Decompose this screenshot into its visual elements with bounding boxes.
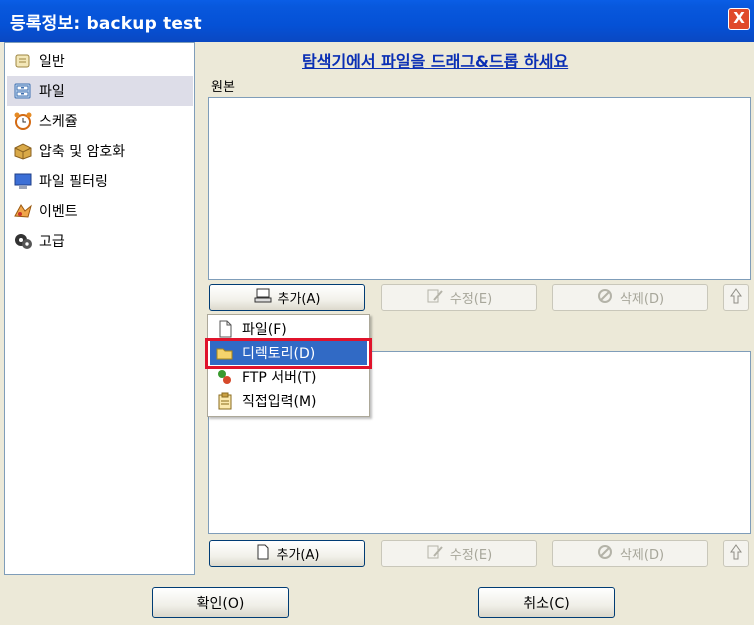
exclude-move-up-button[interactable] xyxy=(723,540,749,567)
arrow-up-icon xyxy=(730,287,742,308)
sidebar-item-compression[interactable]: 압축 및 암호화 xyxy=(7,136,193,166)
menu-item-ftp-server[interactable]: FTP 서버(T) xyxy=(210,365,367,389)
sidebar-item-file[interactable]: 파일 xyxy=(7,76,193,106)
sidebar-item-filter[interactable]: 파일 필터링 xyxy=(7,166,193,196)
category-list: 일반 파일 스케쥴 압축 및 암호화 파일 필터링 이벤트 고급 xyxy=(4,42,195,575)
exclude-edit-button[interactable]: 수정(E) xyxy=(381,540,537,567)
source-label: 원본 xyxy=(211,80,235,95)
no-entry-icon xyxy=(596,544,614,564)
add-dropdown-menu: 파일(F) 디렉토리(D) FTP 서버(T) 직접입력(M) xyxy=(207,314,370,417)
sidebar-item-label: 이벤트 xyxy=(39,204,78,220)
source-add-button[interactable]: 추가(A) xyxy=(209,284,365,311)
new-file-icon xyxy=(255,544,271,564)
clipboard-icon xyxy=(216,392,234,410)
close-button[interactable]: X xyxy=(728,8,750,30)
event-icon xyxy=(13,202,33,220)
edit-icon xyxy=(426,544,444,564)
source-list[interactable] xyxy=(208,97,751,280)
no-entry-icon xyxy=(596,288,614,308)
window-title: 등록정보: backup test xyxy=(10,14,202,34)
package-icon xyxy=(13,142,33,160)
exclude-add-label: 추가(A) xyxy=(276,548,320,563)
ok-button[interactable]: 확인(O) xyxy=(152,587,289,618)
exclude-delete-label: 삭제(D) xyxy=(619,548,665,563)
computer-icon xyxy=(254,288,272,308)
source-edit-button[interactable]: 수정(E) xyxy=(381,284,537,311)
sidebar-item-general[interactable]: 일반 xyxy=(7,46,193,76)
drag-drop-hint-link[interactable]: 탐색기에서 파일을 드래그&드롭 하세요 xyxy=(302,48,568,72)
sidebar-item-label: 일반 xyxy=(39,54,65,70)
title-bar: 등록정보: backup test X xyxy=(0,0,754,42)
source-delete-label: 삭제(D) xyxy=(619,292,665,307)
menu-item-label: 직접입력(M) xyxy=(242,394,317,410)
source-delete-button[interactable]: 삭제(D) xyxy=(552,284,708,311)
exclude-add-button[interactable]: 추가(A) xyxy=(209,540,365,567)
source-move-up-button[interactable] xyxy=(723,284,749,311)
file-cabinet-icon xyxy=(13,82,33,100)
cancel-button[interactable]: 취소(C) xyxy=(478,587,615,618)
menu-item-directory[interactable]: 디렉토리(D) xyxy=(210,341,367,365)
sidebar-item-label: 파일 xyxy=(39,84,65,100)
sidebar-item-schedule[interactable]: 스케쥴 xyxy=(7,106,193,136)
file-icon xyxy=(216,320,234,338)
general-icon xyxy=(13,52,33,70)
source-edit-label: 수정(E) xyxy=(449,292,493,307)
menu-item-label: FTP 서버(T) xyxy=(242,370,317,386)
sidebar-item-label: 고급 xyxy=(39,234,65,250)
exclude-edit-label: 수정(E) xyxy=(449,548,493,563)
close-icon: X xyxy=(733,9,745,27)
sidebar-item-label: 압축 및 암호화 xyxy=(39,144,126,160)
sidebar-item-event[interactable]: 이벤트 xyxy=(7,196,193,226)
menu-item-manual-input[interactable]: 직접입력(M) xyxy=(210,389,367,413)
advanced-icon xyxy=(13,232,33,250)
arrow-up-icon xyxy=(730,543,742,564)
menu-item-label: 파일(F) xyxy=(242,322,287,338)
properties-window: 등록정보: backup test X 일반 파일 스케쥴 압축 및 암호화 파… xyxy=(0,0,754,625)
exclude-delete-button[interactable]: 삭제(D) xyxy=(552,540,708,567)
sidebar-item-label: 스케쥴 xyxy=(39,114,78,130)
sidebar-item-label: 파일 필터링 xyxy=(39,174,108,190)
menu-item-file[interactable]: 파일(F) xyxy=(210,317,367,341)
sidebar-item-advanced[interactable]: 고급 xyxy=(7,226,193,256)
alarm-clock-icon xyxy=(13,112,33,130)
folder-icon xyxy=(216,344,234,362)
cancel-label: 취소(C) xyxy=(523,595,570,612)
monitor-icon xyxy=(13,172,33,190)
ftp-server-icon xyxy=(216,368,234,386)
menu-item-label: 디렉토리(D) xyxy=(242,346,316,362)
ok-label: 확인(O) xyxy=(196,595,245,612)
edit-icon xyxy=(426,288,444,308)
source-add-label: 추가(A) xyxy=(277,292,321,307)
